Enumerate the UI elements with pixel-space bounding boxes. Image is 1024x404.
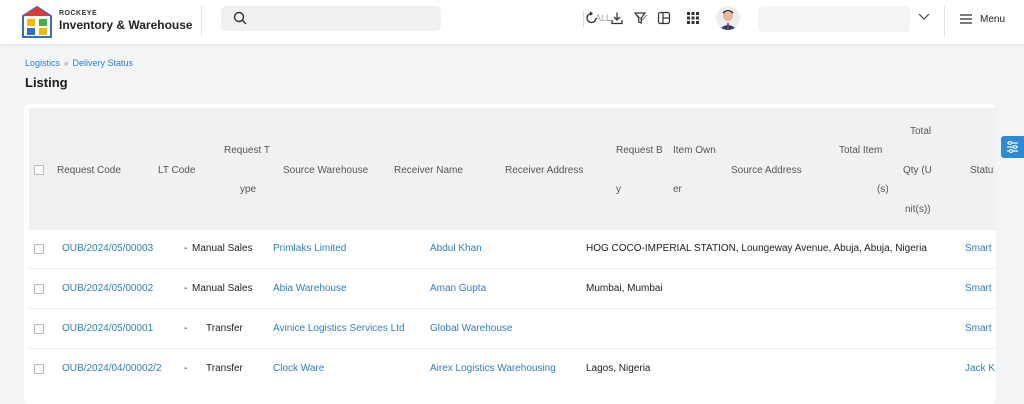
lt-code-cell: - — [184, 363, 188, 374]
receiver-address-cell: Mumbai, Mumbai — [586, 283, 663, 294]
sliders-icon — [1007, 141, 1018, 153]
row-checkbox[interactable] — [34, 244, 44, 254]
header-divider — [201, 6, 202, 36]
user-name-box[interactable] — [758, 6, 910, 32]
status-link[interactable]: Smart — [965, 323, 992, 334]
column-header-request-type-wrap: ype — [240, 184, 257, 195]
column-header-total-items-wrap: (s) — [877, 184, 889, 195]
search-icon[interactable] — [233, 11, 247, 25]
row-checkbox[interactable] — [34, 324, 44, 334]
column-header-source-address[interactable]: Source Address — [731, 165, 802, 176]
chevron-down-icon[interactable] — [918, 12, 930, 22]
row-divider — [29, 348, 996, 349]
receiver-address-cell: HOG COCO-IMPERIAL STATION, Loungeway Ave… — [586, 243, 927, 254]
column-header-status[interactable]: Statu — [970, 165, 993, 176]
column-header-request-type[interactable]: Request T — [224, 145, 270, 156]
table-header: Request Code LT Code Request T ype Sourc… — [29, 108, 996, 229]
select-all-checkbox[interactable] — [34, 165, 44, 175]
request-code-link[interactable]: OUB/2024/05/00002 — [62, 283, 153, 294]
header-divider — [944, 6, 945, 36]
breadcrumb: Logistics » Delivery Status — [25, 58, 133, 68]
lt-code-cell: - — [184, 323, 188, 334]
receiver-name-link[interactable]: Airex Logistics Warehousing — [430, 363, 556, 374]
column-header-request-code[interactable]: Request Code — [57, 165, 121, 176]
column-header-total-qty-wrap2: nit(s)) — [905, 204, 931, 215]
brand-tagline: ROCKEYE — [59, 10, 98, 17]
source-warehouse-link[interactable]: Abia Warehouse — [273, 283, 347, 294]
refresh-icon[interactable] — [585, 11, 599, 25]
breadcrumb-item-logistics[interactable]: Logistics — [25, 58, 60, 68]
row-divider — [29, 229, 996, 230]
column-header-receiver-address[interactable]: Receiver Address — [505, 165, 583, 176]
column-header-total-qty-wrap1: Qty (U — [903, 165, 932, 176]
column-header-source-warehouse[interactable]: Source Warehouse — [283, 165, 368, 176]
column-header-request-by[interactable]: Request B — [616, 145, 663, 156]
column-header-item-owner[interactable]: Item Own — [673, 145, 716, 156]
source-warehouse-link[interactable]: Clock Ware — [273, 363, 324, 374]
columns-icon[interactable] — [657, 11, 671, 25]
search-input[interactable] — [255, 9, 379, 29]
filter-settings-tab[interactable] — [1001, 136, 1024, 158]
brand-name: Inventory & Warehouse — [59, 18, 193, 32]
request-type-cell: Manual Sales — [192, 283, 253, 294]
column-header-item-owner-wrap: er — [673, 184, 682, 195]
receiver-name-link[interactable]: Abdul Khan — [430, 243, 482, 254]
hamburger-menu-icon[interactable] — [959, 13, 973, 25]
search-scope-divider — [583, 11, 584, 27]
source-warehouse-link[interactable]: Avinice Logistics Services Ltd — [273, 323, 405, 334]
status-link[interactable]: Smart — [965, 283, 992, 294]
row-divider — [29, 268, 996, 269]
request-type-cell: Transfer — [206, 363, 243, 374]
request-type-cell: Transfer — [206, 323, 243, 334]
receiver-name-link[interactable]: Aman Gupta — [430, 283, 486, 294]
listing-table: Request Code LT Code Request T ype Sourc… — [24, 104, 996, 404]
column-header-total-items[interactable]: Total Item — [839, 145, 882, 156]
app-logo-icon[interactable] — [22, 6, 52, 38]
status-link[interactable]: Jack K — [965, 363, 995, 374]
column-header-receiver-name[interactable]: Receiver Name — [394, 165, 463, 176]
row-checkbox[interactable] — [34, 284, 44, 294]
status-link[interactable]: Smart — [965, 243, 992, 254]
receiver-name-link[interactable]: Global Warehouse — [430, 323, 512, 334]
lt-code-cell: - — [184, 243, 188, 254]
filter-icon[interactable] — [633, 11, 647, 25]
breadcrumb-item-delivery-status[interactable]: Delivery Status — [72, 58, 133, 68]
row-checkbox[interactable] — [34, 364, 44, 374]
chevron-right-icon: » — [64, 59, 69, 68]
row-divider — [29, 308, 996, 309]
column-header-total-qty[interactable]: Total — [910, 126, 931, 137]
avatar[interactable] — [716, 6, 740, 30]
request-code-link[interactable]: OUB/2024/05/00003 — [62, 243, 153, 254]
page-title: Listing — [25, 75, 68, 90]
source-warehouse-link[interactable]: Primlaks Limited — [273, 243, 346, 254]
apps-grid-icon[interactable] — [686, 11, 700, 25]
column-header-lt-code[interactable]: LT Code — [158, 165, 195, 176]
lt-code-cell: - — [184, 283, 188, 294]
top-bar: ROCKEYE Inventory & Warehouse ALL Menu — [0, 0, 1024, 44]
menu-button[interactable]: Menu — [980, 14, 1005, 25]
receiver-address-cell: Lagos, Nigeria — [586, 363, 651, 374]
request-code-link[interactable]: OUB/2024/05/00001 — [62, 323, 153, 334]
search-bar: ALL — [221, 6, 648, 31]
column-header-request-by-wrap: y — [616, 184, 621, 195]
user-avatar-icon — [719, 10, 737, 30]
download-icon[interactable] — [610, 11, 624, 25]
request-type-cell: Manual Sales — [192, 243, 253, 254]
request-code-link[interactable]: OUB/2024/04/00002/2 — [62, 363, 162, 374]
